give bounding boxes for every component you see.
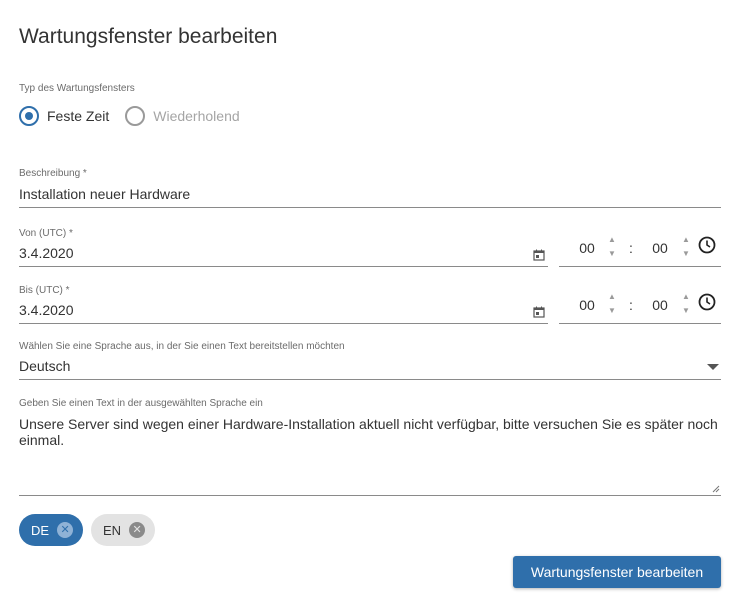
submit-button[interactable]: Wartungsfenster bearbeiten <box>513 556 721 588</box>
radio-recurring[interactable]: Wiederholend <box>125 106 240 126</box>
from-date-input[interactable]: 3.4.2020 <box>19 245 74 261</box>
chip-de-label: DE <box>31 522 50 538</box>
resize-handle-icon[interactable] <box>712 485 720 493</box>
language-select[interactable]: Deutsch <box>19 358 721 374</box>
from-hours-down-icon[interactable]: ▼ <box>607 248 617 260</box>
close-icon[interactable]: ✕ <box>57 522 74 538</box>
language-underline <box>19 379 721 380</box>
radio-unchecked-icon[interactable] <box>125 106 146 126</box>
language-label: Wählen Sie eine Sprache aus, in der Sie … <box>19 341 345 352</box>
dialog-title: Wartungsfenster bearbeiten <box>19 25 278 48</box>
to-minutes-down-icon[interactable]: ▼ <box>681 305 691 317</box>
radio-fixed-time-label: Feste Zeit <box>47 108 110 124</box>
from-time-underline <box>559 266 721 267</box>
clock-icon[interactable] <box>698 236 716 254</box>
to-minutes-up-icon[interactable]: ▲ <box>681 291 691 303</box>
to-minutes-input[interactable]: 00 <box>650 297 670 313</box>
to-time-underline <box>559 323 721 324</box>
message-textarea[interactable]: Unsere Server sind wegen einer Hardware-… <box>19 416 721 448</box>
message-underline <box>19 495 721 496</box>
from-hours-input[interactable]: 00 <box>577 240 597 256</box>
clock-icon[interactable] <box>698 293 716 311</box>
from-label: Von (UTC) * <box>19 228 73 239</box>
description-label: Beschreibung * <box>19 168 87 179</box>
type-radio-group: Feste Zeit Wiederholend <box>19 106 256 126</box>
calendar-icon[interactable] <box>533 249 545 261</box>
to-hours-up-icon[interactable]: ▲ <box>607 291 617 303</box>
calendar-icon[interactable] <box>533 306 545 318</box>
dropdown-arrow-icon[interactable] <box>707 364 719 370</box>
from-hours-up-icon[interactable]: ▲ <box>607 234 617 246</box>
from-date-underline <box>19 266 548 267</box>
to-label: Bis (UTC) * <box>19 285 70 296</box>
to-time-separator: : <box>629 297 633 313</box>
to-date-input[interactable]: 3.4.2020 <box>19 302 74 318</box>
message-label: Geben Sie einen Text in der ausgewählten… <box>19 398 263 409</box>
chip-de[interactable]: DE ✕ <box>19 514 84 546</box>
from-minutes-up-icon[interactable]: ▲ <box>681 234 691 246</box>
radio-fixed-time[interactable]: Feste Zeit <box>19 106 109 126</box>
to-hours-down-icon[interactable]: ▼ <box>607 305 617 317</box>
radio-recurring-label: Wiederholend <box>153 108 240 124</box>
from-minutes-input[interactable]: 00 <box>650 240 670 256</box>
description-input[interactable]: Installation neuer Hardware <box>19 186 190 202</box>
description-underline <box>19 207 721 208</box>
type-label: Typ des Wartungsfensters <box>19 83 135 94</box>
to-hours-input[interactable]: 00 <box>577 297 597 313</box>
from-minutes-down-icon[interactable]: ▼ <box>681 248 691 260</box>
radio-checked-icon[interactable] <box>19 106 39 126</box>
chip-en[interactable]: EN ✕ <box>91 514 156 546</box>
chip-en-label: EN <box>103 522 122 538</box>
to-date-underline <box>19 323 548 324</box>
from-time-separator: : <box>629 240 633 256</box>
close-icon[interactable]: ✕ <box>129 522 146 538</box>
